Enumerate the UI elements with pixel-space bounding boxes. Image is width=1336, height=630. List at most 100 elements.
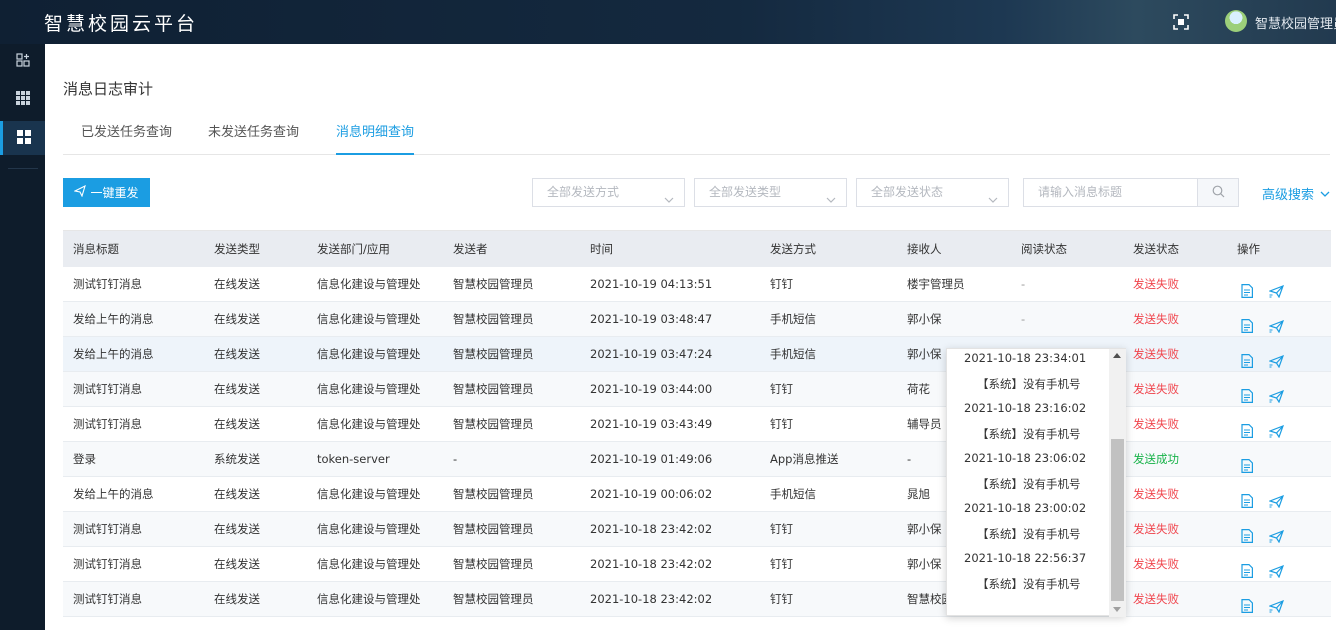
- tab-unsent-tasks[interactable]: 未发送任务查询: [208, 124, 299, 155]
- table-row[interactable]: 发给上午的消息 在线发送 信息化建设与管理处 智慧校园管理员 2021-10-19 03…: [63, 302, 1331, 337]
- receive-log-popup: 2021-10-18 23:34:01 【系统】没有手机号 2021-10-18 2…: [946, 348, 1126, 617]
- dashboard-icon: [17, 129, 31, 147]
- cell-type: 在线发送: [214, 417, 260, 431]
- send-type-value: 全部发送类型: [709, 185, 782, 199]
- log-time: 2021-10-18 23:06:02: [964, 451, 1087, 465]
- cell-dept: 信息化建设与管理处: [317, 522, 421, 536]
- table-row[interactable]: 发给上午的消息 在线发送 信息化建设与管理处 智慧校园管理员 2021-10-19 00…: [63, 477, 1331, 512]
- scroll-thumb[interactable]: [1111, 439, 1124, 601]
- sidebar-item-dashboard[interactable]: [0, 121, 45, 155]
- cell-dept: 信息化建设与管理处: [317, 417, 421, 431]
- resend-icon[interactable]: [1268, 522, 1285, 544]
- chevron-down-icon: [826, 188, 836, 203]
- resend-icon[interactable]: [1268, 592, 1285, 614]
- avatar[interactable]: [1225, 10, 1247, 32]
- cell-receiver: 郭小保: [907, 522, 942, 536]
- table-row[interactable]: 测试钉钉消息 在线发送 信息化建设与管理处 智慧校园管理员 2021-10-19 03:…: [63, 372, 1331, 407]
- resend-icon[interactable]: [1268, 277, 1285, 299]
- document-icon[interactable]: [1241, 487, 1255, 508]
- user-name[interactable]: 智慧校园管理员: [1255, 13, 1336, 32]
- cell-type: 在线发送: [214, 347, 260, 361]
- document-icon[interactable]: [1241, 452, 1255, 473]
- resend-icon[interactable]: [1268, 347, 1285, 369]
- resend-all-button[interactable]: 一键重发: [63, 178, 150, 207]
- send-type-select[interactable]: 全部发送类型: [694, 178, 847, 207]
- col-title: 消息标题: [73, 242, 119, 256]
- document-icon[interactable]: [1241, 522, 1255, 543]
- send-status-value: 全部发送状态: [871, 185, 944, 199]
- col-dept: 发送部门/应用: [317, 242, 390, 256]
- send-method-select[interactable]: 全部发送方式: [532, 178, 685, 207]
- cell-send-status: 发送失败: [1133, 522, 1179, 536]
- col-method: 发送方式: [770, 242, 816, 256]
- cell-receiver: 郭小保: [907, 347, 942, 361]
- resend-icon[interactable]: [1268, 382, 1285, 404]
- cell-actions: [1241, 512, 1285, 546]
- cell-sender: 智慧校园管理员: [453, 487, 534, 501]
- table-row[interactable]: 测试钉钉消息 在线发送 信息化建设与管理处 智慧校园管理员 2021-10-19 03:…: [63, 407, 1331, 442]
- resend-icon[interactable]: [1268, 417, 1285, 439]
- table-body: 测试钉钉消息 在线发送 信息化建设与管理处 智慧校园管理员 2021-10-19 04:…: [63, 267, 1331, 617]
- resend-icon[interactable]: [1268, 557, 1285, 579]
- resend-icon[interactable]: [1268, 487, 1285, 509]
- table-row[interactable]: 测试钉钉消息 在线发送 信息化建设与管理处 智慧校园管理员 2021-10-19 04:…: [63, 267, 1331, 302]
- popup-scrollbar[interactable]: [1109, 349, 1126, 617]
- resend-all-label: 一键重发: [90, 186, 139, 200]
- table-row[interactable]: 测试钉钉消息 在线发送 信息化建设与管理处 智慧校园管理员 2021-10-18 23:…: [63, 582, 1331, 617]
- fullscreen-icon[interactable]: [1172, 13, 1190, 31]
- tab-sent-tasks[interactable]: 已发送任务查询: [81, 124, 172, 155]
- scroll-down-icon[interactable]: [1113, 607, 1121, 612]
- cell-method: 手机短信: [770, 487, 816, 501]
- page-title: 消息日志审计: [63, 80, 154, 98]
- main-content: 消息日志审计 已发送任务查询 未发送任务查询 消息明细查询 一键重发 全部发送方…: [45, 44, 1336, 630]
- cell-type: 系统发送: [214, 452, 260, 466]
- table-row[interactable]: 测试钉钉消息 在线发送 信息化建设与管理处 智慧校园管理员 2021-10-18 23:…: [63, 547, 1331, 582]
- table-row[interactable]: 登录 系统发送 token-server - 2021-10-19 01:49:06 Ap…: [63, 442, 1331, 477]
- cell-method: 钉钉: [770, 557, 793, 571]
- cell-sender: 智慧校园管理员: [453, 557, 534, 571]
- cell-dept: 信息化建设与管理处: [317, 382, 421, 396]
- document-icon[interactable]: [1241, 312, 1255, 333]
- cell-method: 手机短信: [770, 347, 816, 361]
- cell-method: 钉钉: [770, 382, 793, 396]
- advanced-search-label: 高级搜索: [1262, 188, 1315, 203]
- table-header: 消息标题 发送类型 发送部门/应用 发送者 时间 发送方式 接收人 阅读状态 发…: [63, 231, 1331, 267]
- cell-send-status: 发送成功: [1133, 452, 1179, 466]
- cell-sender: 智慧校园管理员: [453, 347, 534, 361]
- sidebar-item-grid[interactable]: [0, 82, 45, 116]
- scroll-up-icon[interactable]: [1113, 353, 1121, 358]
- search-button[interactable]: [1197, 178, 1239, 207]
- top-bar: 智慧校园云平台 智慧校园管理员: [0, 0, 1336, 44]
- col-type: 发送类型: [214, 242, 260, 256]
- cell-actions: [1241, 407, 1285, 441]
- search-input[interactable]: 请输入消息标题: [1023, 178, 1198, 207]
- message-table: 消息标题 发送类型 发送部门/应用 发送者 时间 发送方式 接收人 阅读状态 发…: [63, 230, 1331, 617]
- document-icon[interactable]: [1241, 417, 1255, 438]
- resend-icon[interactable]: [1268, 312, 1285, 334]
- cell-sender: 智慧校园管理员: [453, 592, 534, 606]
- send-status-select[interactable]: 全部发送状态: [856, 178, 1009, 207]
- cell-title: 测试钉钉消息: [73, 382, 142, 396]
- cell-method: 钉钉: [770, 277, 793, 291]
- tab-message-detail[interactable]: 消息明细查询: [336, 124, 415, 155]
- cell-type: 在线发送: [214, 277, 260, 291]
- receive-log-list: 2021-10-18 23:34:01 【系统】没有手机号 2021-10-18 2…: [947, 349, 1109, 617]
- cell-actions: [1241, 477, 1285, 511]
- document-icon[interactable]: [1241, 277, 1255, 298]
- document-icon[interactable]: [1241, 557, 1255, 578]
- send-icon: [73, 184, 87, 200]
- sidebar-item-app-add[interactable]: [0, 44, 45, 78]
- cell-time: 2021-10-18 23:42:02: [590, 592, 713, 606]
- document-icon[interactable]: [1241, 592, 1255, 613]
- cell-sender: 智慧校园管理员: [453, 277, 534, 291]
- cell-time: 2021-10-19 00:06:02: [590, 487, 713, 501]
- table-row[interactable]: 测试钉钉消息 在线发送 信息化建设与管理处 智慧校园管理员 2021-10-18 23:…: [63, 512, 1331, 547]
- cell-receiver: 荷花: [907, 382, 930, 396]
- document-icon[interactable]: [1241, 382, 1255, 403]
- document-icon[interactable]: [1241, 347, 1255, 368]
- col-receiver: 接收人: [907, 242, 942, 256]
- cell-dept: 信息化建设与管理处: [317, 347, 421, 361]
- cell-actions: [1241, 442, 1255, 476]
- advanced-search-link[interactable]: 高级搜索: [1262, 184, 1330, 203]
- table-row[interactable]: 发给上午的消息 在线发送 信息化建设与管理处 智慧校园管理员 2021-10-19 03…: [63, 337, 1331, 372]
